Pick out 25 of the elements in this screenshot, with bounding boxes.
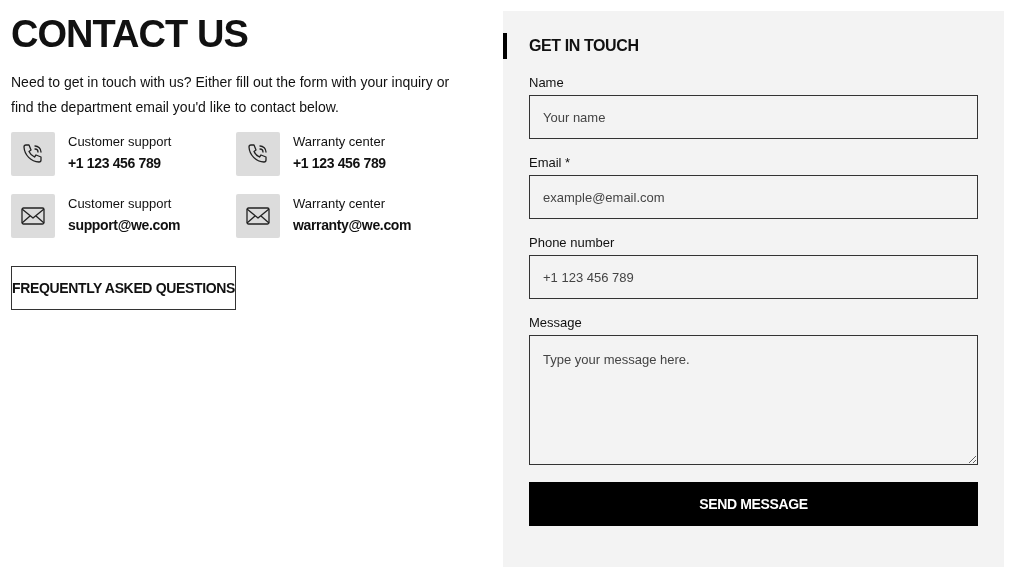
contact-value: warranty@we.com <box>293 216 412 235</box>
envelope-icon <box>246 207 270 225</box>
page-title: CONTACT US <box>11 12 249 56</box>
phone-icon <box>21 142 45 166</box>
intro-text: Need to get in touch with us? Either fill out the form with your inquiry or find the department email you'd like to contact below. <box>11 73 451 117</box>
field-label: Message <box>529 314 583 332</box>
phone-icon <box>246 142 270 166</box>
envelope-icon <box>21 207 45 225</box>
contact-label: Customer support <box>68 195 173 213</box>
contact-label: Warranty center <box>293 195 386 213</box>
field-label: Email * <box>529 154 572 172</box>
contact-value: +1 123 456 789 <box>68 154 162 173</box>
send-button[interactable]: SEND MESSAGE <box>529 482 978 526</box>
field-label: Name <box>529 74 565 92</box>
contact-label: Customer support <box>68 133 172 151</box>
input-field[interactable]: +1 123 456 789 <box>529 255 978 299</box>
input-field[interactable]: Your name <box>529 95 978 139</box>
faq-button[interactable]: FREQUENTLY ASKED QUESTIONS <box>11 266 236 310</box>
form-heading: GET IN TOUCH <box>529 36 639 56</box>
contact-label: Warranty center <box>293 133 386 151</box>
contact-value: support@we.com <box>68 216 181 235</box>
input-field[interactable]: example@email.com <box>529 175 978 219</box>
contact-value: +1 123 456 789 <box>293 154 386 173</box>
message-field[interactable]: Type your message here. <box>529 335 978 465</box>
field-label: Phone number <box>529 234 616 252</box>
